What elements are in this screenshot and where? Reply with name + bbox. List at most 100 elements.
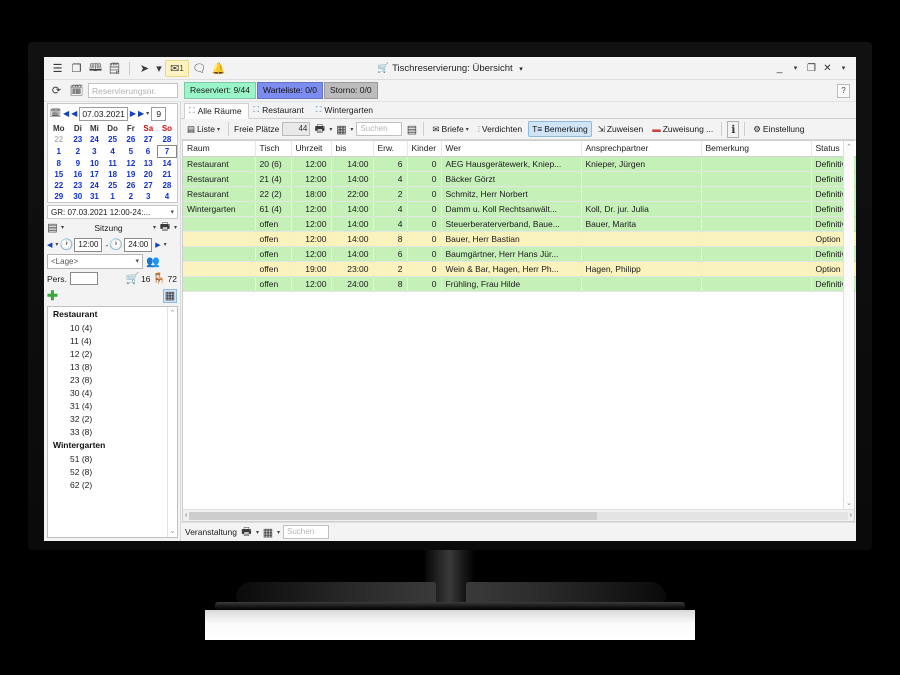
chevron-down-icon[interactable]: ▾	[174, 224, 177, 231]
date-input[interactable]: 07.03.2021	[79, 107, 128, 121]
column-header-tisch[interactable]: Tisch	[255, 141, 291, 156]
calendar-day[interactable]: 20	[139, 169, 157, 180]
calendar-day[interactable]: 25	[103, 180, 123, 191]
grid-horizontal-scrollbar[interactable]: ‹ ›	[183, 509, 854, 521]
refresh-icon[interactable]: ⟳	[48, 82, 65, 99]
table-list-item[interactable]: 13 (8)	[48, 360, 177, 373]
scroll-left-icon[interactable]: ‹	[185, 512, 187, 519]
next-year-button[interactable]: ▶	[138, 109, 144, 118]
next-month-button[interactable]: ▶	[130, 109, 136, 118]
calendar-day[interactable]: 2	[70, 146, 87, 158]
minimize-button[interactable]: _	[773, 63, 786, 74]
persons-input[interactable]	[70, 272, 98, 285]
calendar-day[interactable]: 31	[86, 191, 103, 202]
info-icon[interactable]: ℹ	[727, 121, 739, 138]
table-list[interactable]: Restaurant 10 (4) 11 (4) 12 (2) 13 (8) 2…	[47, 306, 178, 538]
calendar-day[interactable]: 11	[103, 158, 123, 170]
print-icon[interactable]: 🖶	[240, 524, 253, 541]
hscroll-thumb[interactable]	[189, 512, 597, 520]
calendar-day[interactable]: 28	[157, 180, 176, 191]
inbox-icon[interactable]: ✉1	[165, 60, 189, 77]
session-icon[interactable]: ▤	[47, 219, 58, 236]
calendar-day[interactable]: 17	[86, 169, 103, 180]
table-row[interactable]: Restaurant 21 (4) 12:00 14:00 4 0 Bäcker…	[183, 171, 856, 186]
calendar-day[interactable]: 22	[48, 180, 70, 191]
calendar-day[interactable]: 15	[48, 169, 70, 180]
calendar-day[interactable]: 24	[86, 180, 103, 191]
calendar-day[interactable]: 10	[86, 158, 103, 170]
column-header-uhrzeit[interactable]: Uhrzeit	[291, 141, 331, 156]
calendar-day[interactable]: 28	[157, 134, 176, 146]
calendar-day[interactable]: 1	[103, 191, 123, 202]
calendar-clock-icon[interactable]: 🗓	[68, 82, 85, 99]
tab-wintergarten[interactable]: ⛶ Wintergarten	[311, 102, 380, 118]
column-header-raum[interactable]: Raum	[183, 141, 255, 156]
calendar-day[interactable]: 3	[86, 146, 103, 158]
statusbar-search-input[interactable]: Suchen	[283, 525, 329, 539]
minimize-caret-icon[interactable]: ▾	[789, 64, 802, 72]
bell-icon[interactable]: 🔔	[210, 60, 227, 77]
calendar-day[interactable]: 13	[139, 158, 157, 170]
zuweisung-button[interactable]: ▬ Zuweisung ...	[649, 122, 716, 136]
chevron-down-icon[interactable]: ▾	[329, 126, 332, 133]
calendar-day[interactable]: 16	[70, 169, 87, 180]
chevron-down-icon[interactable]: ▾	[170, 208, 174, 216]
table-view-icon[interactable]: ▦	[262, 524, 274, 541]
chevron-down-icon[interactable]: ▾	[350, 126, 353, 133]
table-row[interactable]: offen 12:00 24:00 8 0 Frühling, Frau Hil…	[183, 276, 856, 291]
week-number-input[interactable]: 9	[151, 107, 166, 121]
calendar-day[interactable]: 9	[70, 158, 87, 170]
calendar-day[interactable]: 25	[103, 134, 123, 146]
lage-select[interactable]: <Lage> ▾	[47, 254, 143, 269]
calendar-day[interactable]: 23	[70, 180, 87, 191]
table-list-scrollbar[interactable]: ⌃ ⌄	[167, 307, 177, 537]
table-view-icon[interactable]: ▦	[335, 121, 347, 138]
table-list-item[interactable]: 10 (4)	[48, 321, 177, 334]
windows-icon[interactable]: ❐	[68, 60, 85, 77]
history-icon[interactable]: 🕮	[87, 60, 104, 77]
time-from-input[interactable]: 12:00	[74, 238, 102, 252]
reservation-number-input[interactable]: Reservierungsnr.	[88, 83, 178, 98]
column-header-bis[interactable]: bis	[331, 141, 373, 156]
scroll-up-icon[interactable]: ⌃	[846, 143, 852, 151]
chevron-down-icon[interactable]: ▾	[217, 126, 220, 133]
calendar-day[interactable]: 1	[48, 146, 70, 158]
chevron-down-icon[interactable]: ▾	[164, 241, 167, 248]
table-list-item[interactable]: 51 (8)	[48, 452, 177, 465]
chevron-down-icon[interactable]: ▾	[61, 224, 64, 231]
table-list-item[interactable]: 33 (8)	[48, 425, 177, 438]
calendar-picker-icon[interactable]: 🗓	[50, 105, 61, 122]
table-row[interactable]: Wintergarten 61 (4) 12:00 14:00 4 0 Damm…	[183, 201, 856, 216]
chevron-down-icon[interactable]: ▾	[256, 529, 259, 536]
calendar-day[interactable]: 14	[157, 158, 176, 170]
calendar-day[interactable]: 2	[123, 191, 140, 202]
table-list-item[interactable]: 30 (4)	[48, 386, 177, 399]
table-list-item[interactable]: 12 (2)	[48, 347, 177, 360]
table-row[interactable]: offen 19:00 23:00 2 0 Wein & Bar, Hagen,…	[183, 261, 856, 276]
column-header-bemerkung[interactable]: Bemerkung	[701, 141, 811, 156]
next-time-button[interactable]: ▶	[155, 241, 160, 249]
search-input[interactable]: Suchen	[356, 122, 402, 136]
table-row[interactable]: offen 12:00 14:00 6 0 Baumgärtner, Herr …	[183, 246, 856, 261]
briefe-button[interactable]: ✉ Briefe ▾	[429, 122, 471, 137]
freie-plaetze-value[interactable]: 44	[282, 122, 310, 136]
table-row[interactable]: Restaurant 22 (2) 18:00 22:00 2 0 Schmit…	[183, 186, 856, 201]
bemerkung-button[interactable]: T≡ Bemerkung	[528, 121, 592, 137]
chevron-down-icon[interactable]: ▾	[153, 224, 156, 231]
table-list-item[interactable]: 52 (8)	[48, 465, 177, 478]
table-list-item[interactable]: 62 (2)	[48, 478, 177, 491]
time-to-input[interactable]: 24:00	[124, 238, 152, 252]
einstellung-button[interactable]: ⚙ Einstellung	[750, 122, 807, 137]
prev-year-button[interactable]: ◀	[63, 109, 69, 118]
favorites-icon[interactable]: 🗒	[106, 60, 123, 77]
guests-icon[interactable]: 👥	[146, 253, 160, 270]
scroll-down-icon[interactable]: ⌄	[168, 527, 177, 535]
calendar-day[interactable]: 4	[157, 191, 176, 202]
badge-warteliste[interactable]: Warteliste: 0/0	[257, 82, 323, 99]
calendar-day[interactable]: 8	[48, 158, 70, 170]
column-header-wer[interactable]: Wer	[441, 141, 581, 156]
chevron-down-icon[interactable]: ▾	[277, 529, 280, 536]
search-go-icon[interactable]: ▤	[405, 121, 418, 138]
chevron-down-icon[interactable]: ▾	[55, 241, 58, 248]
calendar-day[interactable]: 26	[123, 134, 140, 146]
